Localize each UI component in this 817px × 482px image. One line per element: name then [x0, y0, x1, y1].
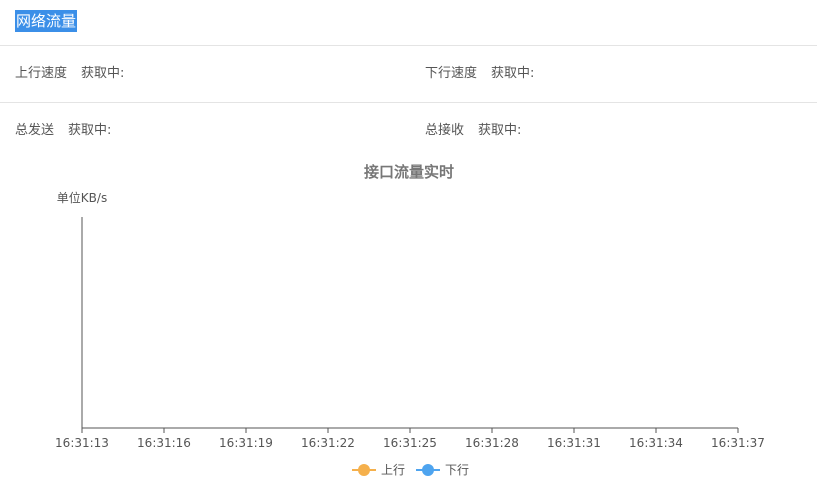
legend-marker-icon [358, 464, 370, 476]
stats-row-speed: 上行速度 获取中: 下行速度 获取中: [0, 46, 817, 103]
traffic-chart-svg: 接口流量实时 单位KB/s 16:31:13 16:31:16 16:31:19 16… [55, 163, 765, 477]
x-tick-label: 16:31:28 [465, 436, 519, 450]
x-tick-label: 16:31:31 [547, 436, 601, 450]
panel-header: 网络流量 [0, 0, 817, 46]
download-speed-stat: 下行速度 获取中: [425, 64, 534, 84]
x-tick-label: 16:31:13 [55, 436, 109, 450]
x-tick-label: 16:31:22 [301, 436, 355, 450]
legend-label: 上行 [381, 463, 405, 477]
x-axis-ticks: 16:31:13 16:31:16 16:31:19 16:31:22 16:31:25… [55, 428, 765, 450]
total-sent-value: 获取中: [68, 123, 112, 138]
upload-speed-stat: 上行速度 获取中: [15, 64, 124, 84]
x-tick-label: 16:31:16 [137, 436, 191, 450]
x-tick-label: 16:31:19 [219, 436, 273, 450]
x-tick-label: 16:31:34 [629, 436, 683, 450]
legend-label: 下行 [445, 463, 469, 477]
total-received-label: 总接收 [425, 123, 465, 138]
total-sent-stat: 总发送 获取中: [15, 121, 111, 141]
download-speed-value: 获取中: [491, 66, 535, 81]
legend-item[interactable]: 上行 [352, 463, 405, 477]
legend-item[interactable]: 下行 [416, 463, 469, 477]
total-received-stat: 总接收 获取中: [425, 121, 521, 141]
y-axis-unit-label: 单位KB/s [57, 190, 107, 205]
total-received-value: 获取中: [478, 123, 522, 138]
total-sent-label: 总发送 [15, 123, 55, 138]
page-title: 网络流量 [15, 10, 78, 32]
chart-legend[interactable]: 上行 下行 [352, 463, 469, 477]
x-tick-label: 16:31:37 [711, 436, 765, 450]
upload-speed-value: 获取中: [81, 66, 125, 81]
x-tick-label: 16:31:25 [383, 436, 437, 450]
chart-title: 接口流量实时 [364, 163, 454, 181]
download-speed-label: 下行速度 [425, 66, 478, 81]
upload-speed-label: 上行速度 [15, 66, 68, 81]
traffic-chart: 接口流量实时 单位KB/s 16:31:13 16:31:16 16:31:19 16… [0, 150, 817, 482]
legend-marker-icon [422, 464, 434, 476]
